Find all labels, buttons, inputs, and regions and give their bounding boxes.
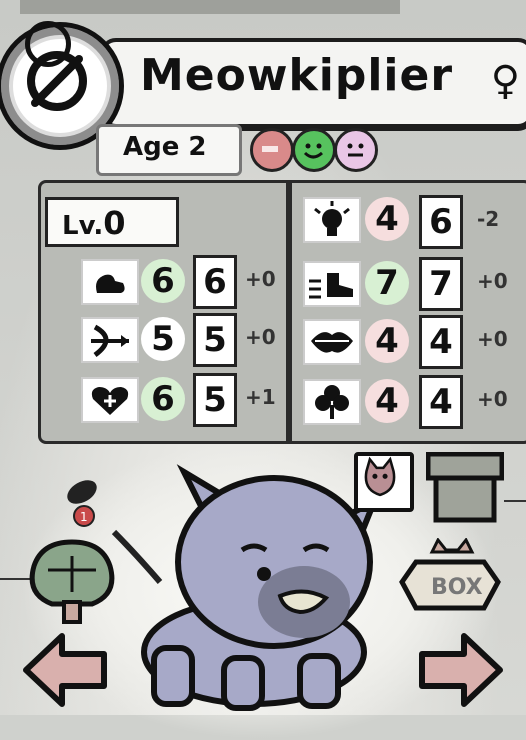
next-cat-arrow[interactable]: [418, 632, 504, 708]
neutral-mood-icon[interactable]: [334, 128, 378, 172]
no-class-icon: [27, 51, 87, 111]
previous-cat-arrow[interactable]: [22, 632, 108, 708]
dexterity-icon: [81, 317, 139, 363]
portrait-button[interactable]: [354, 452, 414, 512]
charisma-mod: +0: [477, 327, 508, 351]
intelligence-mod: -2: [477, 207, 500, 231]
strength-total: 6: [193, 255, 237, 309]
intelligence-icon: [303, 197, 361, 243]
level-label: Lv.0: [62, 204, 126, 242]
family-tree-icon[interactable]: [24, 536, 120, 626]
constitution-total: 5: [193, 373, 237, 427]
candy-badge: 1: [80, 510, 88, 524]
charisma-icon: [303, 319, 361, 365]
wire: [504, 500, 526, 502]
strength-icon: [81, 259, 139, 305]
charisma-base: 4: [365, 319, 409, 363]
stats-panel: Lv.0 6 6 +0 5 5 +0 6 5 +1 4 6 -2 7 7 +0 …: [38, 180, 526, 444]
level-prefix: Lv.: [62, 211, 104, 241]
gender-icon: ♀: [490, 58, 520, 104]
speed-base: 7: [365, 261, 409, 305]
speed-icon: [303, 261, 361, 307]
speed-total: 7: [419, 257, 463, 311]
strength-base: 6: [141, 259, 185, 303]
dexterity-total: 5: [193, 313, 237, 367]
constitution-base: 6: [141, 377, 185, 421]
happy-mood-icon[interactable]: [292, 128, 336, 172]
level-value: 0: [103, 204, 126, 242]
dexterity-base: 5: [141, 317, 185, 361]
heart-mood-icon[interactable]: [250, 128, 294, 172]
box-button[interactable]: BOX: [398, 538, 502, 618]
age-box: Age 2: [96, 124, 242, 176]
strength-mod: +0: [245, 267, 276, 291]
pipe-exit-icon[interactable]: [426, 452, 504, 524]
intelligence-base: 4: [365, 197, 409, 241]
ceiling-trim: [20, 0, 400, 14]
speed-mod: +0: [477, 269, 508, 293]
constitution-icon: [81, 377, 139, 423]
luck-total: 4: [419, 375, 463, 429]
constitution-mod: +1: [245, 385, 276, 409]
cat-name[interactable]: Meowkiplier: [140, 50, 453, 101]
name-banner: Meowkiplier ♀: [100, 38, 526, 128]
luck-base: 4: [365, 379, 409, 423]
age-label: Age 2: [123, 132, 207, 162]
panel-divider: [286, 183, 292, 441]
luck-mod: +0: [477, 387, 508, 411]
charisma-total: 4: [419, 315, 463, 369]
intelligence-total: 6: [419, 195, 463, 249]
cat-face-icon: [364, 456, 396, 497]
dexterity-mod: +0: [245, 325, 276, 349]
luck-icon: [303, 379, 361, 425]
candy-item-icon[interactable]: 1: [46, 468, 116, 528]
level-box: Lv.0: [45, 197, 179, 247]
box-label: BOX: [431, 575, 483, 600]
